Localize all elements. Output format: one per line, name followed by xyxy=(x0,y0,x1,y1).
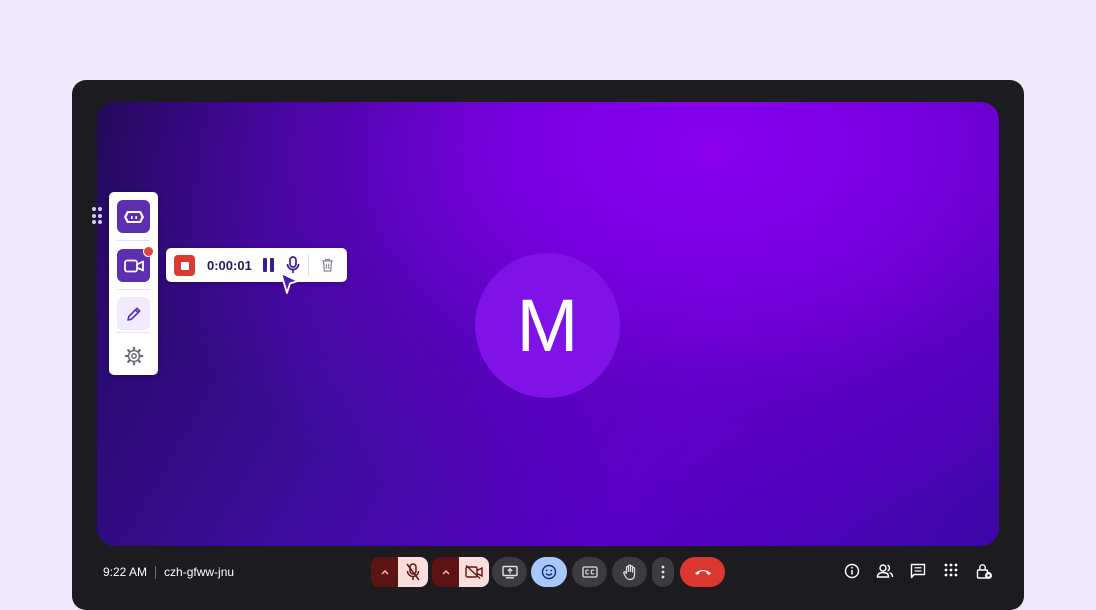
leave-call-button[interactable] xyxy=(680,557,725,587)
divider xyxy=(117,332,150,333)
recording-timer: 0:00:01 xyxy=(207,258,252,273)
avatar-initial: M xyxy=(516,284,579,367)
camera-control xyxy=(432,557,489,587)
captions-icon xyxy=(581,566,598,578)
more-options-button[interactable] xyxy=(652,557,674,587)
annotate-button[interactable] xyxy=(117,297,150,330)
apps-icon[interactable] xyxy=(944,563,958,582)
people-icon[interactable] xyxy=(876,563,894,584)
video-stage: M xyxy=(97,102,999,546)
video-camera-icon xyxy=(123,259,144,272)
divider xyxy=(117,240,150,241)
participant-avatar: M xyxy=(475,253,620,398)
stop-icon xyxy=(180,261,189,270)
meeting-window: M xyxy=(72,80,1024,610)
more-vert-icon xyxy=(661,565,665,579)
present-screen-icon xyxy=(501,565,518,579)
meeting-info: 9:22 AM czh-gfww-jnu xyxy=(103,565,234,579)
chevron-up-icon[interactable] xyxy=(371,557,398,587)
meeting-code: czh-gfww-jnu xyxy=(164,565,235,579)
mouse-cursor-icon xyxy=(279,271,301,302)
extension-toolbar xyxy=(109,192,158,375)
drag-handle-icon[interactable] xyxy=(92,207,102,225)
mic-off-icon xyxy=(406,563,420,581)
divider xyxy=(117,289,150,290)
captions-button[interactable] xyxy=(572,557,607,587)
recording-indicator xyxy=(143,246,154,257)
recording-controls: 0:00:01 xyxy=(166,248,347,282)
settings-button[interactable] xyxy=(117,339,150,372)
info-icon[interactable] xyxy=(844,563,860,584)
current-time: 9:22 AM xyxy=(103,565,148,579)
gear-icon xyxy=(124,346,143,365)
present-screen-button[interactable] xyxy=(492,557,527,587)
pause-icon[interactable] xyxy=(262,258,276,272)
call-end-icon xyxy=(694,570,711,575)
chevron-up-icon[interactable] xyxy=(432,557,459,587)
raise-hand-icon xyxy=(622,563,635,580)
stop-recording-button[interactable] xyxy=(174,255,195,276)
microphone-control xyxy=(371,557,428,587)
trash-icon[interactable] xyxy=(321,258,334,277)
divider xyxy=(308,254,309,276)
video-off-icon xyxy=(465,565,483,579)
emoji-icon xyxy=(541,564,557,580)
robot-logo-icon[interactable] xyxy=(117,200,150,233)
raise-hand-button[interactable] xyxy=(612,557,647,587)
host-controls-icon[interactable] xyxy=(976,563,993,585)
reactions-button[interactable] xyxy=(531,557,567,587)
pencil-icon xyxy=(126,307,140,321)
video-off-button[interactable] xyxy=(459,557,489,587)
mic-off-button[interactable] xyxy=(398,557,428,587)
record-video-button[interactable] xyxy=(117,246,154,282)
meeting-control-bar: 9:22 AM czh-gfww-jnu xyxy=(0,548,1096,601)
divider xyxy=(155,565,157,579)
chat-icon[interactable] xyxy=(910,563,926,584)
